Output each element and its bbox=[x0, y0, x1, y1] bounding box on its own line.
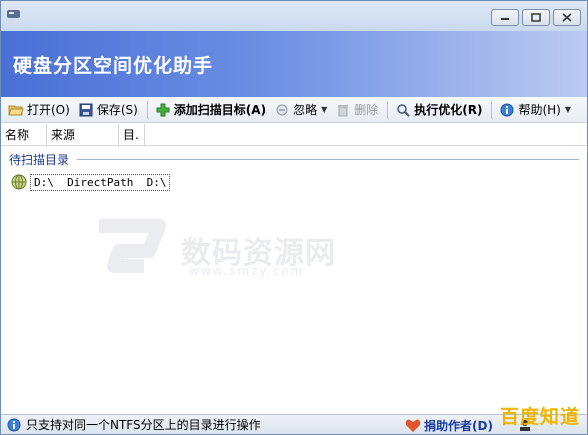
info-icon bbox=[7, 418, 21, 432]
toolbar-separator bbox=[491, 100, 493, 119]
help-dropdown-button[interactable]: 帮助(H) ▼ bbox=[496, 99, 574, 121]
chevron-down-icon: ▼ bbox=[564, 105, 572, 114]
status-message: 只支持对同一个NTFS分区上的目录进行操作 bbox=[26, 418, 261, 432]
minimize-button[interactable] bbox=[491, 9, 519, 26]
list-item-text: D:\ DirectPath D:\ bbox=[30, 173, 171, 191]
save-button[interactable]: 保存(S) bbox=[75, 99, 141, 121]
maximize-button[interactable] bbox=[522, 9, 550, 26]
close-button[interactable] bbox=[553, 9, 581, 26]
overlay-watermark-logo: 百度知道 bbox=[500, 402, 584, 432]
watermark: 数码资源网 www.smzy.com bbox=[89, 206, 349, 296]
group-divider bbox=[77, 158, 579, 160]
ignore-label: 忽略 bbox=[293, 103, 318, 117]
run-optimize-button[interactable]: 执行优化(R) bbox=[392, 99, 485, 121]
maximize-icon bbox=[531, 13, 541, 22]
title-bar bbox=[1, 1, 587, 31]
save-label: 保存(S) bbox=[96, 103, 138, 117]
toolbar-separator bbox=[146, 100, 148, 119]
group-label: 待扫描目录 bbox=[9, 152, 70, 167]
list-group-pending: 待扫描目录 bbox=[9, 151, 579, 167]
donate-link[interactable]: 捐助作者(D) bbox=[405, 417, 493, 434]
minimize-icon bbox=[501, 17, 509, 20]
list-header: 名称 来源 目. bbox=[1, 123, 587, 146]
list-item[interactable]: D:\ DirectPath D:\ bbox=[11, 173, 171, 191]
close-icon bbox=[562, 13, 572, 22]
column-header-target[interactable]: 目. bbox=[119, 123, 145, 146]
delete-button[interactable]: 删除 bbox=[332, 99, 381, 121]
toolbar: 打开(O) 保存(S) 添加扫描目标(A) 忽略 ▼ 删除 执行优化(R) 帮助… bbox=[1, 97, 587, 123]
app-icon bbox=[7, 10, 20, 18]
banner-title: 硬盘分区空间优化助手 bbox=[13, 55, 214, 77]
watermark-url: www.smzy.com bbox=[189, 264, 305, 278]
watermark-logo-icon bbox=[99, 219, 166, 273]
heart-icon bbox=[405, 418, 421, 433]
open-button[interactable]: 打开(O) bbox=[5, 99, 73, 121]
column-header-source[interactable]: 来源 bbox=[47, 123, 119, 146]
help-label: 帮助(H) bbox=[518, 103, 561, 117]
magnifier-icon bbox=[395, 102, 411, 118]
toolbar-separator bbox=[387, 100, 389, 119]
ignore-icon bbox=[274, 102, 290, 118]
overlay-watermark-text: 百度知道 bbox=[500, 406, 581, 428]
chevron-down-icon: ▼ bbox=[321, 105, 328, 114]
donate-label: 捐助作者(D) bbox=[424, 419, 493, 433]
plus-icon bbox=[155, 102, 171, 118]
ignore-dropdown-button[interactable]: 忽略 ▼ bbox=[271, 99, 330, 121]
delete-label: 删除 bbox=[354, 103, 379, 117]
info-icon bbox=[499, 102, 515, 118]
open-label: 打开(O) bbox=[27, 103, 70, 117]
add-scan-target-label: 添加扫描目标(A) bbox=[173, 103, 267, 117]
column-header-name[interactable]: 名称 bbox=[1, 123, 47, 146]
header-banner: 硬盘分区空间优化助手 bbox=[1, 31, 587, 97]
globe-icon bbox=[11, 174, 27, 190]
folder-open-icon bbox=[8, 102, 24, 118]
app-window: 硬盘分区空间优化助手 打开(O) 保存(S) 添加扫描目标(A) 忽略 ▼ 删除… bbox=[0, 0, 588, 435]
add-scan-target-button[interactable]: 添加扫描目标(A) bbox=[152, 99, 269, 121]
save-disk-icon bbox=[78, 102, 94, 118]
run-optimize-label: 执行优化(R) bbox=[414, 103, 483, 117]
trash-icon bbox=[335, 102, 351, 118]
